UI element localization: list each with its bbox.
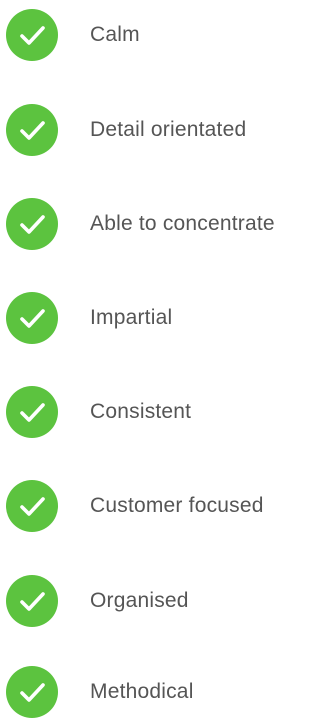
check-circle-icon bbox=[6, 292, 58, 344]
list-item: Organised bbox=[0, 575, 310, 627]
check-circle-icon bbox=[6, 480, 58, 532]
item-label: Able to concentrate bbox=[90, 212, 275, 235]
item-label: Organised bbox=[90, 589, 189, 612]
list-item: Detail orientated bbox=[0, 104, 310, 156]
check-circle-icon bbox=[6, 386, 58, 438]
item-label: Detail orientated bbox=[90, 118, 247, 141]
item-label: Impartial bbox=[90, 306, 173, 329]
check-circle-icon bbox=[6, 666, 58, 718]
list-item: Calm bbox=[0, 9, 310, 61]
item-label: Customer focused bbox=[90, 494, 264, 517]
check-circle-icon bbox=[6, 9, 58, 61]
item-label: Consistent bbox=[90, 400, 192, 423]
check-circle-icon bbox=[6, 575, 58, 627]
list-item: Customer focused bbox=[0, 480, 310, 532]
list-item: Methodical bbox=[0, 666, 310, 718]
check-circle-icon bbox=[6, 198, 58, 250]
item-label: Calm bbox=[90, 23, 140, 46]
list-item: Able to concentrate bbox=[0, 198, 310, 250]
item-label: Methodical bbox=[90, 680, 194, 703]
list-item: Impartial bbox=[0, 292, 310, 344]
check-circle-icon bbox=[6, 104, 58, 156]
list-item: Consistent bbox=[0, 386, 310, 438]
